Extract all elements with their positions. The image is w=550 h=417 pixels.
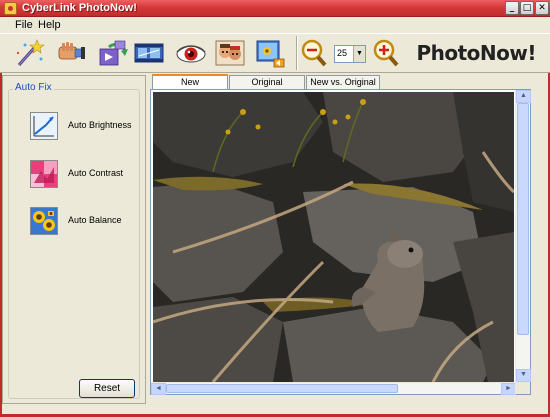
contrast-icon: [30, 160, 58, 188]
zoom-level-value: 25: [337, 48, 348, 58]
scroll-corner: [515, 382, 530, 394]
rotate-icon[interactable]: [97, 37, 129, 69]
app-icon: [4, 2, 17, 15]
tab-new[interactable]: New: [152, 74, 228, 90]
scroll-up-button[interactable]: ▲: [516, 90, 531, 103]
close-button[interactable]: ✕: [535, 1, 549, 15]
auto-contrast-button[interactable]: Auto Contrast: [30, 160, 140, 190]
toolbar-separator: [296, 36, 298, 70]
faces-icon[interactable]: [214, 37, 246, 69]
auto-fix-title: Auto Fix: [13, 82, 54, 93]
reset-button[interactable]: Reset: [79, 379, 135, 398]
brightness-graph-icon: [30, 112, 58, 140]
horizontal-scrollbar[interactable]: ◄ ►: [151, 382, 516, 395]
horizontal-scroll-thumb[interactable]: [166, 384, 398, 393]
tab-new-vs-original[interactable]: New vs. Original: [306, 75, 380, 89]
scroll-down-button[interactable]: ▼: [516, 369, 531, 382]
vertical-scrollbar[interactable]: ▲ ▼: [515, 90, 531, 382]
maximize-button[interactable]: □: [520, 1, 534, 15]
brand-logo: PhotoNow!: [416, 41, 536, 65]
fix-hand-icon[interactable]: [55, 37, 87, 69]
tab-original[interactable]: Original: [229, 75, 305, 89]
scroll-right-button[interactable]: ►: [501, 383, 516, 395]
zoom-level-select[interactable]: 25 ▼: [334, 45, 366, 63]
chevron-down-icon[interactable]: ▼: [353, 46, 365, 62]
magic-wand-icon[interactable]: [13, 37, 45, 69]
menu-file[interactable]: File: [15, 19, 33, 31]
auto-balance-button[interactable]: Auto Balance: [30, 207, 140, 237]
zoom-in-icon[interactable]: [372, 37, 400, 69]
photo-preview: [153, 92, 514, 382]
auto-brightness-button[interactable]: Auto Brightness: [30, 112, 140, 142]
title-bar[interactable]: CyberLink PhotoNow! _ □ ✕: [0, 0, 550, 17]
zoom-out-icon[interactable]: [300, 37, 328, 69]
toolbar: 25 ▼ PhotoNow!: [0, 33, 550, 73]
scroll-left-button[interactable]: ◄: [151, 383, 166, 395]
window-title: CyberLink PhotoNow!: [22, 2, 137, 14]
menu-bar: File Help: [0, 17, 550, 33]
sunflower-icon: [30, 207, 58, 235]
picture-export-icon[interactable]: [254, 37, 286, 69]
auto-balance-label: Auto Balance: [68, 215, 122, 225]
minimize-button[interactable]: _: [505, 1, 519, 15]
menu-help[interactable]: Help: [38, 19, 61, 31]
filmstrip-icon[interactable]: [133, 37, 165, 69]
red-eye-icon[interactable]: [175, 37, 207, 69]
auto-brightness-label: Auto Brightness: [68, 120, 132, 130]
vertical-scroll-thumb[interactable]: [517, 103, 529, 335]
auto-contrast-label: Auto Contrast: [68, 168, 124, 178]
auto-fix-panel: Auto Fix Auto Brightness Auto Contrast A…: [2, 75, 146, 404]
photo-viewport[interactable]: ▲ ▼ ◄ ►: [150, 89, 531, 395]
